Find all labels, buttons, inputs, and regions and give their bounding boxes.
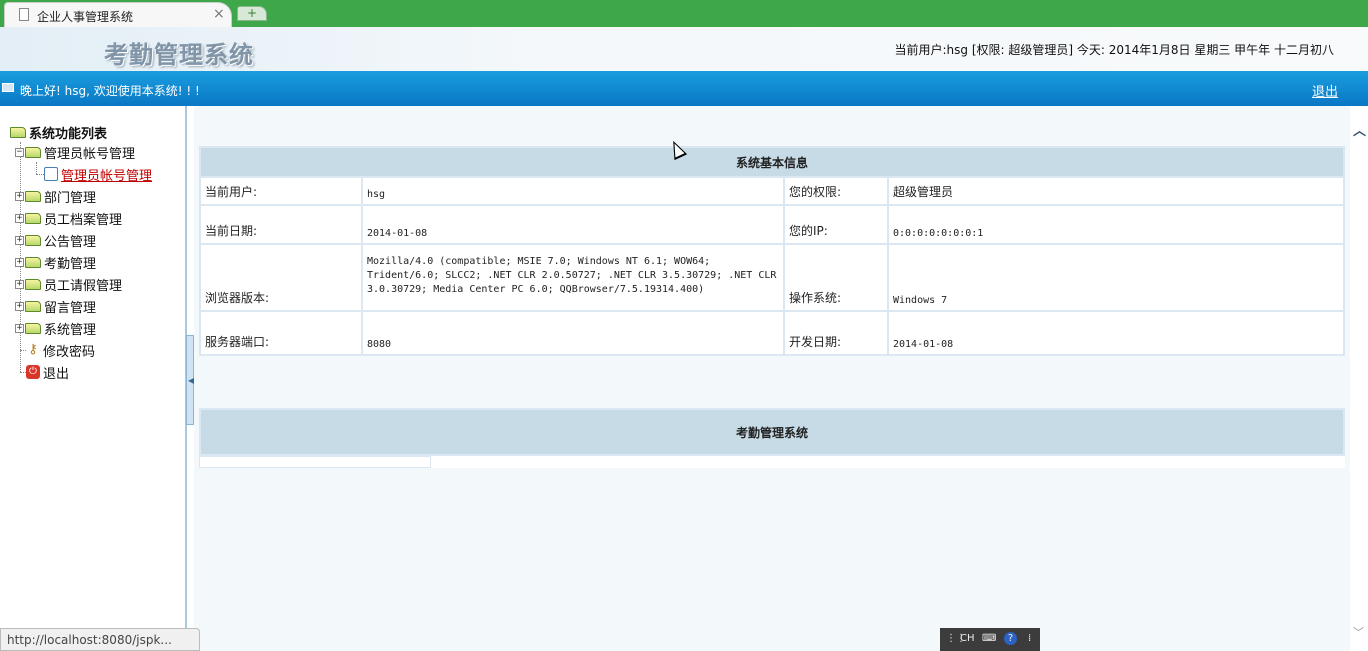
sidebar-item-system[interactable]: + 系统管理 [15,318,96,338]
folder-icon [25,234,41,246]
expand-icon[interactable]: + [15,235,24,245]
sidebar-item-attendance[interactable]: + 考勤管理 [15,252,96,272]
tree-root-label: 系统功能列表 [29,126,108,142]
status-url: http://localhost:8080/jspk... [0,628,200,651]
browser-tab-strip: 企业人事管理系统 × + [0,0,1368,27]
card-icon [2,83,14,92]
tab-close-icon[interactable]: × [213,6,225,22]
sidebar-item-department[interactable]: + 部门管理 [15,186,96,206]
sidebar-collapse-handle[interactable]: ◀ [186,335,194,425]
value-ip: 0:0:0:0:0:0:0:1 [887,204,1345,245]
expand-icon[interactable]: + [15,323,24,333]
sidebar-item-leave[interactable]: + 员工请假管理 [15,274,122,294]
sidebar-item-announcements[interactable]: + 公告管理 [15,230,96,250]
exit-icon: ⏻ [26,365,40,379]
user-info: 当前用户:hsg [权限: 超级管理员] 今天: 2014年1月8日 星期三 甲… [894,43,1334,57]
value-dev-date: 2014-01-08 [887,310,1345,356]
sidebar-item-label: 退出 [43,366,70,382]
scroll-up-icon[interactable]: ︿ [1353,120,1366,139]
sidebar-item-messages[interactable]: + 留言管理 [15,296,96,316]
collapse-icon[interactable]: − [15,147,24,157]
expand-icon[interactable]: + [15,301,24,311]
edit-icon [44,167,58,181]
panel-cell [199,456,431,468]
table-row: 当前日期: 2014-01-08 您的IP: 0:0:0:0:0:0:0:1 [199,204,1345,245]
sidebar-item-label: 管理员帐号管理 [44,146,136,162]
sidebar-item-change-password[interactable]: ⚷ 修改密码 [26,340,95,360]
expand-icon[interactable]: + [15,191,24,201]
sidebar-item-label: 员工请假管理 [44,278,123,294]
label-browser: 浏览器版本: [199,243,363,312]
sidebar-item-employee-records[interactable]: + 员工档案管理 [15,208,122,228]
ime-toolbar[interactable]: ⋮⋮ CH ⌨ ? ⁞ [940,628,1040,651]
folder-icon [25,322,41,334]
label-current-user: 当前用户: [199,176,363,206]
sidebar-item-label: 修改密码 [43,344,96,360]
value-current-date: 2014-01-08 [361,204,785,245]
sidebar-item-label: 部门管理 [44,190,97,206]
sidebar-item-label: 考勤管理 [44,256,97,272]
table-row: 服务器端口: 8080 开发日期: 2014-01-08 [199,310,1345,356]
sidebar-item-label: 系统管理 [44,322,97,338]
label-ip: 您的IP: [783,204,889,245]
key-icon: ⚷ [28,342,38,357]
keyboard-icon[interactable]: ⌨ [982,633,996,644]
table-row: 浏览器版本: Mozilla/4.0 (compatible; MSIE 7.0… [199,243,1345,312]
label-current-date: 当前日期: [199,204,363,245]
value-current-user: hsg [361,176,785,206]
value-permission: 超级管理员 [887,176,1345,206]
help-icon[interactable]: ? [1004,632,1017,645]
table-row: 当前用户: hsg 您的权限: 超级管理员 [199,176,1345,206]
attendance-panel: 考勤管理系统 [199,408,1345,468]
browser-tab[interactable]: 企业人事管理系统 × [4,2,232,27]
system-info-title: 系统基本信息 [199,146,1345,178]
sidebar-item-admin-account[interactable]: − 管理员帐号管理 [15,142,135,162]
folder-icon [25,190,41,202]
new-tab-button[interactable]: + [237,6,267,21]
welcome-bar: 晚上好! hsg, 欢迎使用本系统! ! ! 退出 [0,71,1368,106]
app-logo: 考勤管理系统 [104,40,254,69]
label-dev-date: 开发日期: [783,310,889,356]
value-browser: Mozilla/4.0 (compatible; MSIE 7.0; Windo… [361,243,785,312]
tab-title: 企业人事管理系统 [37,10,134,24]
sidebar-tree: 系统功能列表 − 管理员帐号管理 管理员帐号管理 + 部门管理 + 员工档案管理… [0,106,187,651]
ime-lang[interactable]: CH [960,633,975,644]
sidebar-item-label: 留言管理 [44,300,97,316]
system-info-table: 系统基本信息 当前用户: hsg 您的权限: 超级管理员 当前日期: 2014-… [199,146,1345,356]
expand-icon[interactable]: + [15,257,24,267]
folder-icon [25,278,41,290]
attendance-panel-title: 考勤管理系统 [199,408,1345,456]
page-icon [19,8,29,21]
label-os: 操作系统: [783,243,889,312]
sidebar-item-label: 公告管理 [44,234,97,250]
sidebar-item-label: 管理员帐号管理 [61,168,153,184]
app-header: 考勤管理系统 当前用户:hsg [权限: 超级管理员] 今天: 2014年1月8… [0,27,1368,71]
sidebar-item-exit[interactable]: ⏻ 退出 [26,362,69,382]
logout-link[interactable]: 退出 [1312,81,1338,100]
expand-icon[interactable]: + [15,213,24,223]
vertical-scrollbar[interactable]: ︿ ﹀ [1350,106,1368,651]
expand-icon[interactable]: + [15,279,24,289]
sidebar-item-admin-account-child[interactable]: 管理员帐号管理 [44,164,152,184]
folder-open-icon [10,126,26,138]
folder-open-icon [25,146,41,158]
ime-menu-icon[interactable]: ⁞ [1028,633,1031,644]
folder-icon [25,212,41,224]
folder-icon [25,256,41,268]
tree-root[interactable]: 系统功能列表 [10,122,107,142]
sidebar-item-label: 员工档案管理 [44,212,123,228]
value-os: Windows 7 [887,243,1345,312]
welcome-message: 晚上好! hsg, 欢迎使用本系统! ! ! [20,84,200,98]
value-server-port: 8080 [361,310,785,356]
label-server-port: 服务器端口: [199,310,363,356]
folder-icon [25,300,41,312]
label-permission: 您的权限: [783,176,889,206]
scroll-down-icon[interactable]: ﹀ [1353,624,1364,640]
